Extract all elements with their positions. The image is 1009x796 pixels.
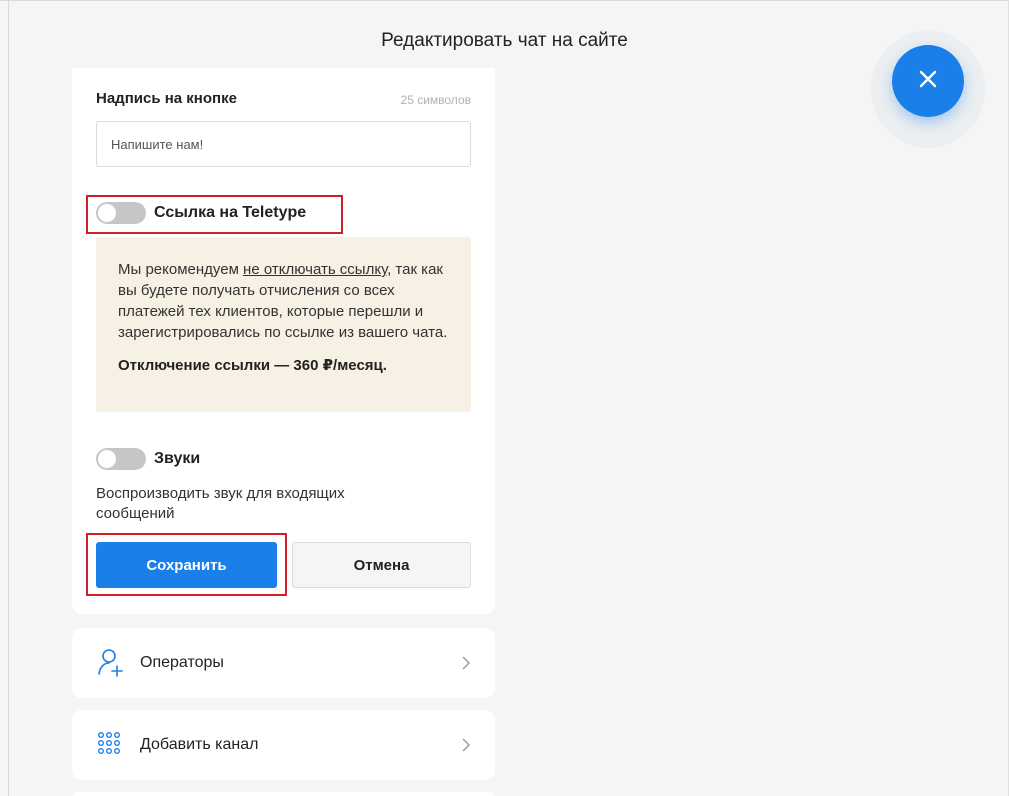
teletype-highlight-box <box>86 195 343 234</box>
nav-add-channel-label: Добавить канал <box>140 736 259 753</box>
button-text-input[interactable] <box>96 121 471 167</box>
toggle-knob <box>98 450 116 468</box>
chevron-right-icon <box>462 738 470 752</box>
nav-operators-label: Операторы <box>140 654 224 671</box>
char-counter: 25 символов <box>400 93 471 107</box>
save-highlight-box <box>86 533 287 596</box>
window-left-border <box>8 0 9 796</box>
grid-dots-icon <box>98 732 121 755</box>
notice-text-before: Мы рекомендуем <box>118 261 244 278</box>
sounds-toggle[interactable] <box>96 448 146 470</box>
nav-add-channel[interactable]: Добавить канал <box>72 710 495 780</box>
close-button[interactable] <box>892 45 964 117</box>
sounds-toggle-row: Звуки <box>96 448 200 470</box>
nav-operators[interactable]: Операторы <box>72 628 495 698</box>
chevron-right-icon <box>462 656 470 670</box>
add-user-icon <box>98 649 123 677</box>
cancel-button[interactable]: Отмена <box>292 542 471 588</box>
sounds-description: Воспроизводить звук для входящих сообщен… <box>96 485 345 522</box>
teletype-notice: Мы рекомендуем не отключать ссылку, так … <box>96 237 471 412</box>
notice-price: Отключение ссылки — 360 ₽/месяц. <box>118 357 387 374</box>
window-top-border <box>0 0 1009 1</box>
nav-next-card-partial <box>72 792 495 796</box>
button-text-label: Надпись на кнопке <box>96 90 237 107</box>
close-icon <box>919 70 937 88</box>
notice-text: Мы рекомендуем не отключать ссылку, так … <box>118 259 449 343</box>
page-title: Редактировать чат на сайте <box>381 30 628 51</box>
notice-link[interactable]: не отключать ссылку <box>243 261 387 278</box>
sounds-toggle-label: Звуки <box>154 450 201 467</box>
